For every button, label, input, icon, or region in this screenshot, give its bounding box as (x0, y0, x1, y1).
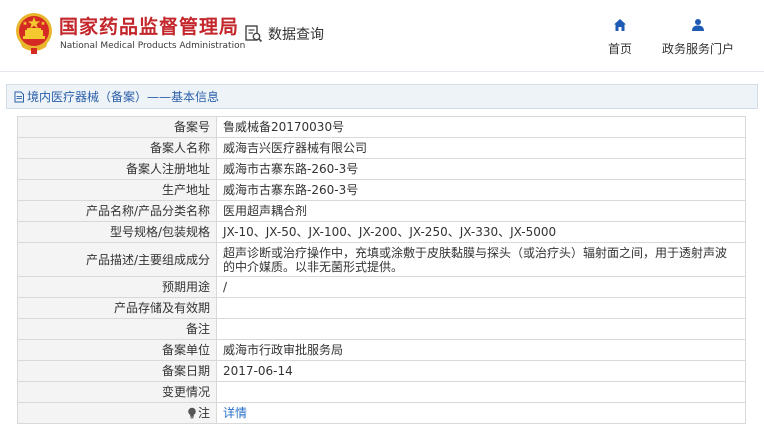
field-value (216, 318, 746, 340)
brand-title-cn: 国家药品监督管理局 (59, 16, 240, 38)
field-label: 备案人名称 (17, 137, 217, 159)
site-header: 国家药品监督管理局 National Medical Products Admi… (0, 0, 764, 72)
field-label: 备案人注册地址 (17, 158, 217, 180)
table-row: 产品描述/主要组成成分 超声诊断或治疗操作中，充填或涂敷于皮肤黏膜与探头（或治疗… (17, 242, 746, 277)
nav-service-portal[interactable]: 政务服务门户 (656, 18, 740, 57)
field-label: 备注 (17, 318, 217, 340)
field-value: 医用超声耦合剂 (216, 200, 746, 222)
field-value: JX-10、JX-50、JX-100、JX-200、JX-250、JX-330、… (216, 221, 746, 243)
field-value: 鲁威械备20170030号 (216, 116, 746, 138)
lightbulb-icon (188, 407, 196, 419)
field-value: / (216, 276, 746, 298)
field-value: 超声诊断或治疗操作中，充填或涂敷于皮肤黏膜与探头（或治疗头）辐射面之间，用于透射… (216, 242, 746, 277)
table-row: 备注 (17, 318, 746, 340)
field-value (216, 381, 746, 403)
field-value (216, 297, 746, 319)
note-label: 注 (197, 406, 210, 420)
table-row: 备案日期 2017-06-14 (17, 360, 746, 382)
table-row: 生产地址 威海市古寨东路-260-3号 (17, 179, 746, 201)
field-value: 2017-06-14 (216, 360, 746, 382)
field-label: 预期用途 (17, 276, 217, 298)
field-label: 备案日期 (17, 360, 217, 382)
table-row: 型号规格/包装规格 JX-10、JX-50、JX-100、JX-200、JX-2… (17, 221, 746, 243)
table-row: 产品存储及有效期 (17, 297, 746, 319)
user-icon (692, 19, 704, 31)
section-title: 境内医疗器械（备案）——基本信息 (27, 90, 220, 104)
table-row: 产品名称/产品分类名称 医用超声耦合剂 (17, 200, 746, 222)
field-label: 备案单位 (17, 339, 217, 361)
table-row: 变更情况 (17, 381, 746, 403)
table-row: 预期用途 / (17, 276, 746, 298)
field-label: 备案号 (17, 116, 217, 138)
home-icon (614, 19, 626, 31)
table-row: 备案单位 威海市行政审批服务局 (17, 339, 746, 361)
field-value: 威海市古寨东路-260-3号 (216, 179, 746, 201)
field-label: 产品描述/主要组成成分 (17, 242, 217, 277)
brand-title-en: National Medical Products Administration (60, 41, 246, 51)
field-value: 威海吉兴医疗器械有限公司 (216, 137, 746, 159)
data-query-link[interactable]: 数据查询 (244, 22, 324, 46)
section-title-bar: 境内医疗器械（备案）——基本信息 (6, 84, 758, 109)
record-detail-table: 备案号 鲁威械备20170030号 备案人名称 威海吉兴医疗器械有限公司 备案人… (17, 116, 746, 424)
table-row: 备案号 鲁威械备20170030号 (17, 116, 746, 138)
field-value: 威海市古寨东路-260-3号 (216, 158, 746, 180)
nav-portal-label: 政务服务门户 (661, 42, 734, 56)
nav-home[interactable]: 首页 (600, 18, 640, 57)
field-value: 威海市行政审批服务局 (216, 339, 746, 361)
note-label-cell: 注 (17, 402, 217, 424)
field-label: 产品名称/产品分类名称 (17, 200, 217, 222)
table-row: 备案人注册地址 威海市古寨东路-260-3号 (17, 158, 746, 180)
field-label: 产品存储及有效期 (17, 297, 217, 319)
field-label: 变更情况 (17, 381, 217, 403)
nav-home-label: 首页 (607, 42, 632, 56)
table-row: 注 详情 (17, 402, 746, 424)
note-value-cell: 详情 (216, 402, 746, 424)
data-query-label: 数据查询 (268, 27, 324, 43)
national-emblem-icon[interactable] (14, 11, 54, 55)
document-icon (14, 91, 24, 102)
field-label: 生产地址 (17, 179, 217, 201)
field-label: 型号规格/包装规格 (17, 221, 217, 243)
search-document-icon (245, 25, 263, 43)
table-row: 备案人名称 威海吉兴医疗器械有限公司 (17, 137, 746, 159)
details-link[interactable]: 详情 (223, 406, 247, 420)
